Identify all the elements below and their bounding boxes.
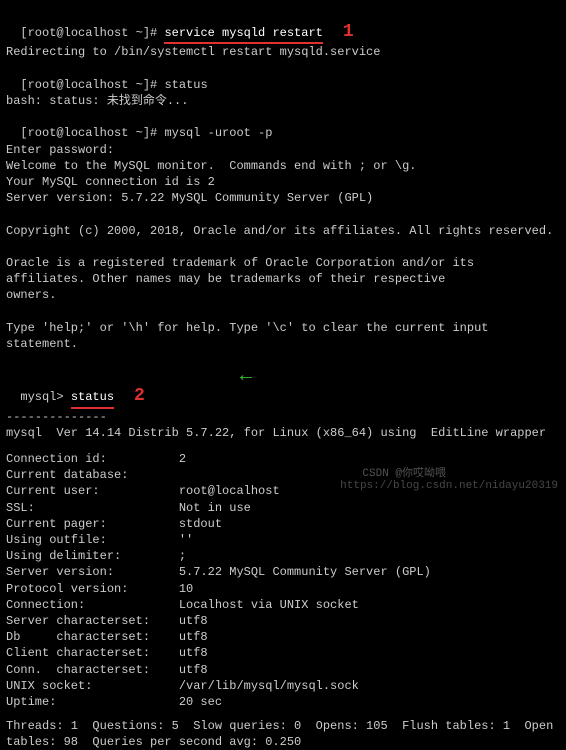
status-row: Protocol version: 10 xyxy=(6,581,560,597)
command-mysql-login: mysql -uroot -p xyxy=(164,126,272,140)
output-line: affiliates. Other names may be trademark… xyxy=(6,271,560,287)
shell-prompt: [root@localhost ~]# xyxy=(20,78,164,92)
status-row: Using delimiter: ; xyxy=(6,548,560,564)
output-line: Enter password: xyxy=(6,142,560,158)
mysql-prompt: mysql> xyxy=(20,390,70,404)
status-row: Uptime: 20 sec xyxy=(6,694,560,710)
output-line xyxy=(6,239,560,255)
divider-line: -------------- xyxy=(6,409,560,425)
status-row: UNIX socket: /var/lib/mysql/mysql.sock xyxy=(6,678,560,694)
output-line: Welcome to the MySQL monitor. Commands e… xyxy=(6,158,560,174)
output-line: Copyright (c) 2000, 2018, Oracle and/or … xyxy=(6,223,560,239)
status-row: Client characterset: utf8 xyxy=(6,645,560,661)
status-row: Server characterset: utf8 xyxy=(6,613,560,629)
status-row: SSL: Not in use xyxy=(6,500,560,516)
status-row: Server version: 5.7.22 MySQL Community S… xyxy=(6,564,560,580)
annotation-marker-1: 1 xyxy=(343,20,354,44)
status-row: Connection: Localhost via UNIX socket xyxy=(6,597,560,613)
shell-prompt: [root@localhost ~]# xyxy=(20,126,164,140)
command-status-bad: status xyxy=(164,78,207,92)
prompt-line-2: [root@localhost ~]# status xyxy=(6,61,560,93)
annotation-marker-2: 2 xyxy=(134,384,145,408)
status-row: Using outfile: '' xyxy=(6,532,560,548)
shell-prompt: [root@localhost ~]# xyxy=(20,26,164,40)
mysql-intro-block: Enter password:Welcome to the MySQL moni… xyxy=(6,142,560,369)
status-row: Db characterset: utf8 xyxy=(6,629,560,645)
output-line: Your MySQL connection id is 2 xyxy=(6,174,560,190)
output-line xyxy=(6,352,560,368)
version-line: mysql Ver 14.14 Distrib 5.7.22, for Linu… xyxy=(6,425,560,441)
output-line: owners. xyxy=(6,287,560,303)
footer-stats-line: Threads: 1 Questions: 5 Slow queries: 0 … xyxy=(6,718,560,750)
command-service-restart: service mysqld restart xyxy=(164,25,322,44)
prompt-line-1: [root@localhost ~]# service mysqld resta… xyxy=(6,4,560,44)
status-row: Conn. characterset: utf8 xyxy=(6,662,560,678)
status-row: Current pager: stdout xyxy=(6,516,560,532)
prompt-line-3: [root@localhost ~]# mysql -uroot -p xyxy=(6,109,560,141)
output-line xyxy=(6,206,560,222)
watermark-url: https://blog.csdn.net/nidayu20319 xyxy=(340,479,558,494)
output-line: Oracle is a registered trademark of Orac… xyxy=(6,255,560,271)
output-line xyxy=(6,303,560,319)
output-line: Type 'help;' or '\h' for help. Type '\c'… xyxy=(6,320,560,352)
status-row: Connection id: 2 xyxy=(6,451,560,467)
output-line-error: bash: status: 未找到命令... xyxy=(6,93,560,109)
mysql-prompt-line: mysql> status 2 xyxy=(6,368,560,408)
command-mysql-status: status xyxy=(71,389,114,408)
output-line: Server version: 5.7.22 MySQL Community S… xyxy=(6,190,560,206)
output-line: Redirecting to /bin/systemctl restart my… xyxy=(6,44,560,60)
